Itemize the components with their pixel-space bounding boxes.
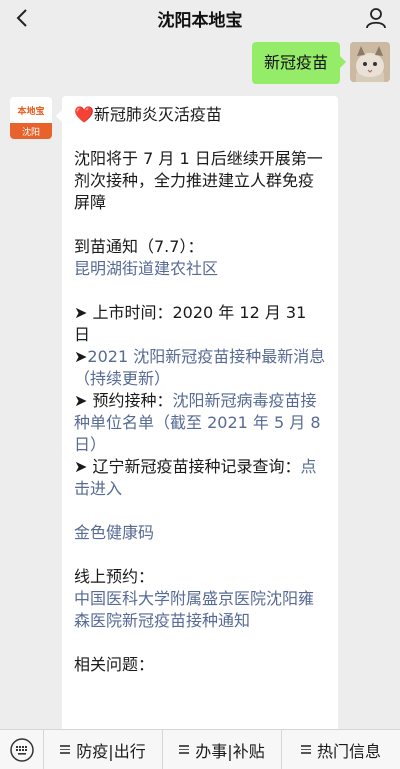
record-query-item: ➤ 辽宁新冠疫苗接种记录查询：点击进入 — [74, 457, 317, 498]
appointment-item: ➤ 预约接种：沈阳新冠病毒疫苗接种单位名单（截至 2021 年 5 月 8 日） — [74, 391, 321, 454]
launch-time: ➤ 上市时间：2020 年 12 月 31 日 — [74, 303, 307, 344]
incoming-bubble: ❤️新冠肺炎灭活疫苗 沈阳将于 7 月 1 日后继续开展第一剂次接种，全力推进建… — [62, 96, 338, 736]
online-booking-link[interactable]: 中国医科大学附属盛京医院沈阳雍森医院新冠疫苗接种通知 — [74, 588, 326, 632]
bot-logo-text: 本地宝 — [10, 97, 52, 123]
related-questions-label: 相关问题： — [74, 655, 155, 674]
menu-icon — [60, 743, 71, 756]
user-avatar[interactable] — [350, 42, 390, 82]
message-heading: ❤️新冠肺炎灭活疫苗 — [74, 105, 222, 124]
bottom-menu: 防疫|出行 办事|补贴 热门信息 — [0, 729, 400, 769]
top-bar: 沈阳本地宝 — [0, 0, 400, 36]
bot-logo-city: 沈阳 — [10, 123, 52, 139]
menu-icon — [300, 743, 311, 756]
profile-icon[interactable] — [362, 4, 390, 32]
heart-icon: ❤️ — [74, 105, 94, 124]
online-booking-label: 线上预约： — [74, 567, 155, 586]
back-icon[interactable] — [8, 4, 36, 32]
menu-item-hot-info[interactable]: 热门信息 — [282, 730, 400, 769]
notice-label: 到苗通知（7.7）： — [74, 237, 204, 256]
keyboard-icon[interactable] — [0, 729, 44, 769]
menu-icon — [179, 743, 190, 756]
page-title: 沈阳本地宝 — [157, 10, 243, 31]
menu-item-epidemic-travel[interactable]: 防疫|出行 — [44, 729, 163, 769]
news-item: ➤2021 沈阳新冠疫苗接种最新消息（持续更新） — [74, 347, 326, 388]
bot-avatar[interactable]: 本地宝 沈阳 — [10, 97, 52, 139]
notice-link[interactable]: 昆明湖街道建农社区 — [74, 258, 326, 280]
health-code-link[interactable]: 金色健康码 — [74, 522, 326, 544]
outgoing-message: 新冠疫苗 — [251, 42, 390, 84]
menu-item-services-subsidy[interactable]: 办事|补贴 — [163, 729, 282, 769]
news-link[interactable]: 2021 沈阳新冠疫苗接种最新消息（持续更新） — [74, 347, 325, 388]
intro-text: 沈阳将于 7 月 1 日后继续开展第一剂次接种，全力推进建立人群免疫屏障 — [74, 149, 323, 212]
outgoing-bubble[interactable]: 新冠疫苗 — [251, 42, 347, 84]
